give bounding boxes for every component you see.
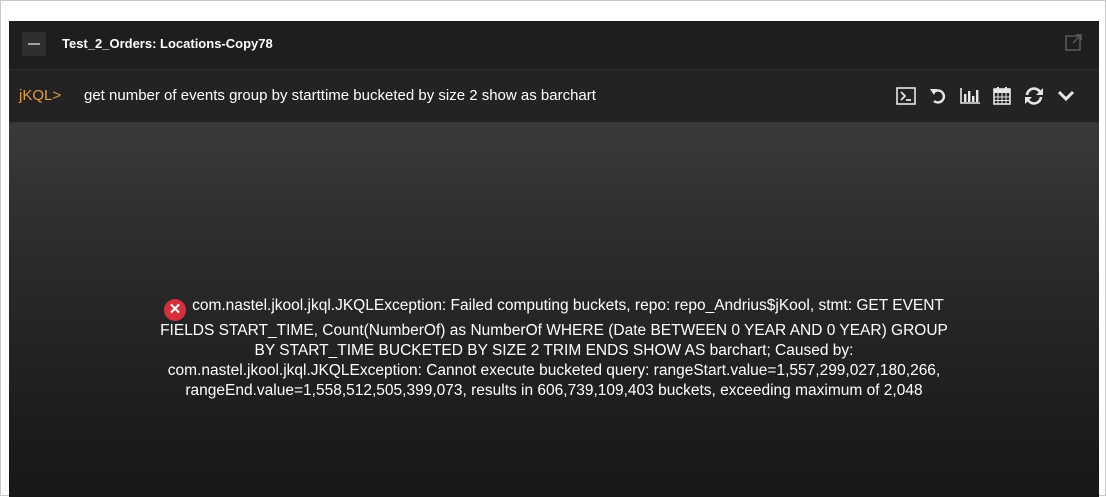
error-line: rangeEnd.value=1,558,512,505,399,073, re…	[185, 382, 923, 399]
query-input[interactable]: get number of events group by starttime …	[84, 87, 596, 104]
popout-icon[interactable]	[1065, 33, 1083, 51]
query-bar: jKQL> get number of events group by star…	[9, 70, 1099, 123]
calendar-icon[interactable]	[991, 85, 1013, 107]
minus-icon	[28, 43, 40, 45]
console-icon[interactable]	[895, 85, 917, 107]
widget-frame: Test_2_Orders: Locations-Copy78 jKQL> ge…	[0, 0, 1106, 497]
collapse-button[interactable]	[22, 32, 46, 56]
refresh-icon[interactable]	[1023, 85, 1045, 107]
undo-icon[interactable]	[927, 85, 949, 107]
error-icon: ✕	[164, 299, 187, 321]
query-panel: Test_2_Orders: Locations-Copy78 jKQL> ge…	[9, 21, 1099, 497]
error-line: ✕ com.nastel.jkool.jkql.JKQLException: Fa…	[39, 296, 1069, 321]
error-line: BY START_TIME BUCKETED BY SIZE 2 TRIM EN…	[254, 342, 854, 359]
query-prompt: jKQL>	[19, 87, 62, 104]
bar-chart-icon[interactable]	[959, 85, 981, 107]
panel-titlebar: Test_2_Orders: Locations-Copy78	[9, 21, 1099, 70]
query-toolbar	[895, 85, 1077, 107]
error-message: ✕ com.nastel.jkool.jkql.JKQLException: Fa…	[39, 296, 1069, 401]
error-line: com.nastel.jkool.jkql.JKQLException: Can…	[167, 362, 941, 379]
chevron-down-icon[interactable]	[1055, 85, 1077, 107]
panel-title: Test_2_Orders: Locations-Copy78	[62, 36, 273, 51]
error-text: com.nastel.jkool.jkql.JKQLException: Fai…	[192, 297, 944, 314]
error-line: FIELDS START_TIME, Count(NumberOf) as Nu…	[160, 322, 948, 339]
results-area: ✕ com.nastel.jkool.jkql.JKQLException: Fa…	[9, 123, 1099, 497]
